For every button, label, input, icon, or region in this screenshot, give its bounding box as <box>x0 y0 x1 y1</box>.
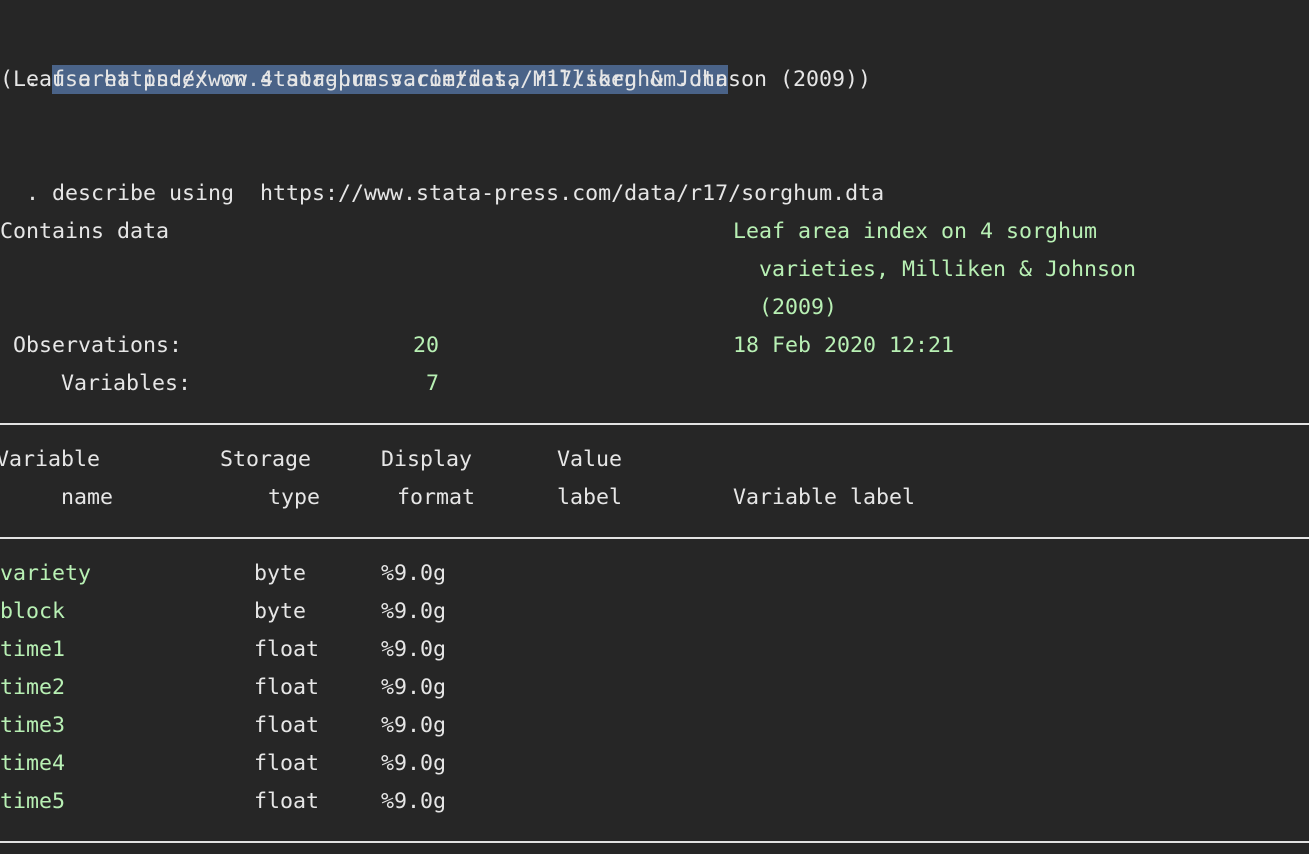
display-format: %9.0g <box>381 713 447 738</box>
use-command-output: (Leaf area index on 4 sorghum varieties,… <box>0 67 872 92</box>
observations-value: 20 <box>413 333 440 358</box>
variable-name: time2 <box>0 675 66 700</box>
storage-type: float <box>254 675 320 700</box>
variables-label: Variables: <box>61 371 192 396</box>
storage-type: float <box>254 751 320 776</box>
table-top-rule <box>0 423 1309 425</box>
storage-type: float <box>254 789 320 814</box>
variables-value: 7 <box>426 371 440 396</box>
header-format: format <box>397 485 476 510</box>
use-command-line[interactable]: . use https://www.stata-press.com/data/r… <box>0 23 729 94</box>
header-variable-label: Variable label <box>733 485 916 510</box>
command-prompt: . <box>26 181 40 206</box>
table-header-rule <box>0 537 1309 539</box>
header-storage: Storage <box>220 447 312 472</box>
observations-label: Observations: <box>13 333 183 358</box>
display-format: %9.0g <box>381 599 447 624</box>
header-variable: Variable <box>0 447 101 472</box>
display-format: %9.0g <box>381 675 447 700</box>
variable-name: time5 <box>0 789 66 814</box>
describe-command-line[interactable]: . describe using https://www.stata-press… <box>0 137 884 206</box>
storage-type: byte <box>254 599 307 624</box>
dataset-label-line-3: (2009) <box>733 295 838 320</box>
variable-name: time3 <box>0 713 66 738</box>
table-bottom-rule <box>0 841 1309 843</box>
display-format: %9.0g <box>381 637 447 662</box>
storage-type: float <box>254 637 320 662</box>
display-format: %9.0g <box>381 751 447 776</box>
variable-name: variety <box>0 561 92 586</box>
describe-command-text: describe using https://www.stata-press.c… <box>52 181 885 206</box>
variable-name: time1 <box>0 637 66 662</box>
variable-name: block <box>0 599 66 624</box>
display-format: %9.0g <box>381 789 447 814</box>
header-display: Display <box>381 447 473 472</box>
storage-type: byte <box>254 561 307 586</box>
storage-type: float <box>254 713 320 738</box>
header-label: label <box>557 485 623 510</box>
variable-name: time4 <box>0 751 66 776</box>
display-format: %9.0g <box>381 561 447 586</box>
header-name: name <box>61 485 114 510</box>
header-value: Value <box>557 447 623 472</box>
header-type: type <box>268 485 321 510</box>
dataset-timestamp: 18 Feb 2020 12:21 <box>733 333 955 358</box>
dataset-label-line-1: Leaf area index on 4 sorghum <box>733 219 1098 244</box>
contains-data-label: Contains data <box>0 219 170 244</box>
dataset-label-line-2: varieties, Milliken & Johnson <box>733 257 1137 282</box>
